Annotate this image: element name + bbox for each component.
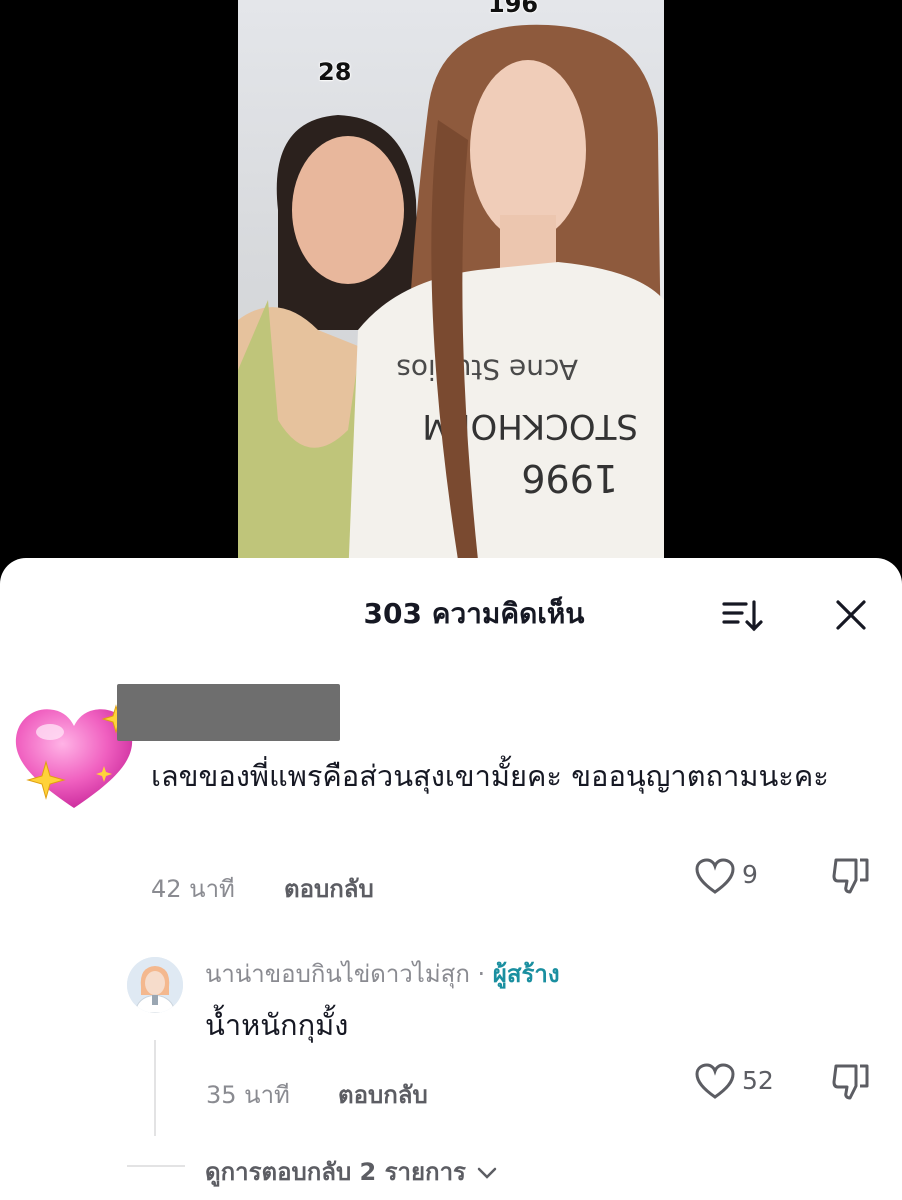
svg-text:1996: 1996	[521, 456, 618, 500]
close-icon	[836, 600, 866, 630]
view-more-replies-button[interactable]: ดูการตอบกลับ 2 รายการ	[205, 1152, 498, 1191]
comments-title: 303 ความคิดเห็น	[363, 597, 585, 630]
username-redacted	[117, 684, 340, 741]
reply-timestamp: 35 นาที	[206, 1081, 290, 1109]
sort-button[interactable]	[720, 598, 764, 634]
reply-like-button[interactable]	[694, 1062, 736, 1100]
reply-text: น้ำหนักกุมั้ง	[205, 1008, 349, 1042]
reply-reply-button[interactable]: ตอบกลับ	[338, 1075, 428, 1114]
heart-outline-icon	[695, 1063, 735, 1099]
video-frame-illustration: Acne Studios STOCKHOLM 1996	[238, 24, 664, 580]
reply-author-name[interactable]: นาน่าขอบกินไข่ดาวไม่สุก	[205, 960, 470, 988]
reply-like-count: 52	[742, 1066, 774, 1095]
reply-dislike-button[interactable]	[830, 1060, 872, 1102]
comment-text: เลขของพี่แพรคือส่วนสุงเขามั้ยคะ ขออนุญาต…	[151, 759, 829, 793]
view-more-divider	[127, 1165, 185, 1167]
creator-avatar[interactable]	[127, 957, 183, 1013]
reply-button[interactable]: ตอบกลับ	[284, 869, 374, 908]
video-player[interactable]: Acne Studios STOCKHOLM 1996 28 196	[238, 0, 664, 580]
dislike-button[interactable]	[830, 854, 872, 896]
like-button[interactable]	[694, 857, 736, 895]
like-count: 9	[742, 860, 758, 889]
sort-icon	[722, 600, 763, 632]
overlay-number-28: 28	[317, 58, 352, 87]
thread-line	[154, 1040, 156, 1136]
comment-timestamp: 42 นาที	[151, 875, 235, 903]
reply-author-line: นาน่าขอบกินไข่ดาวไม่สุก · ผู้สร้าง	[205, 954, 560, 993]
overlay-number-196: 196	[487, 0, 539, 19]
svg-text:Acne Studios: Acne Studios	[396, 353, 578, 386]
view-more-replies-label: ดูการตอบกลับ 2 รายการ	[205, 1158, 466, 1186]
heart-outline-icon	[695, 858, 735, 894]
author-separator: ·	[477, 960, 486, 988]
comments-sheet: 303 ความคิดเห็น เลขของพี่แพรคือส่วนสุงเข…	[0, 558, 902, 1200]
creator-badge: ผู้สร้าง	[492, 960, 560, 988]
close-button[interactable]	[832, 596, 870, 634]
thumbs-down-icon	[832, 858, 869, 894]
creator-avatar-image	[127, 957, 183, 1013]
thumbs-down-icon	[832, 1064, 869, 1100]
chevron-down-icon	[478, 1167, 497, 1179]
